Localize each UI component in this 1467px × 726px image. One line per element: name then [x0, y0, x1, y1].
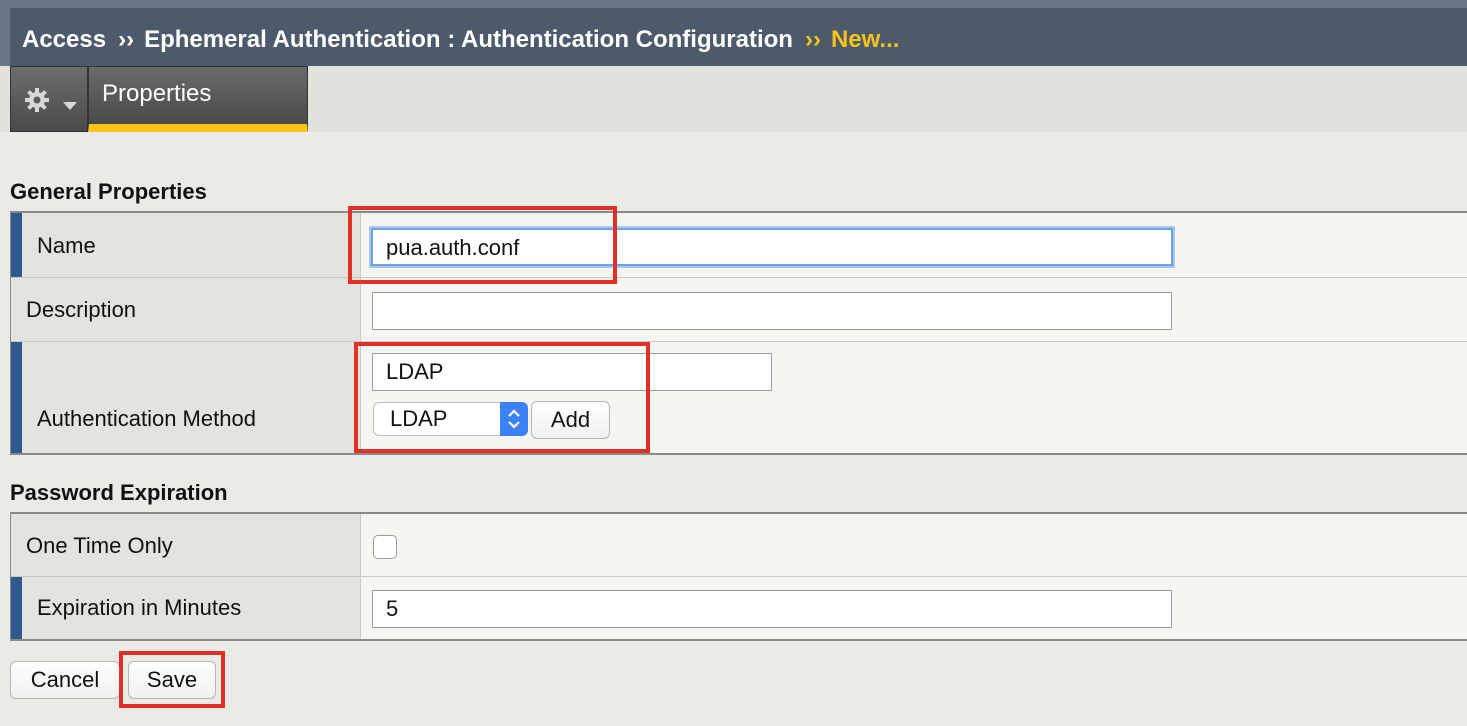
select-stepper-icon [500, 402, 528, 436]
gear-icon [23, 86, 51, 119]
section-title-password-expiration: Password Expiration [10, 480, 228, 505]
auth-method-select[interactable]: LDAP [373, 402, 528, 436]
name-field[interactable]: pua.auth.conf [371, 228, 1173, 266]
row-label: Description [11, 278, 361, 341]
breadcrumb-separator: ›› [804, 26, 821, 53]
name-label: Name [37, 233, 96, 258]
password-expiration-table: One Time Only Expiration in Minutes 5 [10, 512, 1467, 641]
chevron-down-icon [63, 97, 77, 115]
row-name: Name pua.auth.conf [11, 213, 1467, 278]
auth-method-label: Authentication Method [37, 406, 256, 431]
breadcrumb-separator: ›› [118, 26, 135, 53]
expiration-minutes-label: Expiration in Minutes [37, 595, 242, 620]
tab-bar: Properties [0, 66, 1467, 132]
page-header: Access ›› Ephemeral Authentication : Authe… [0, 0, 1467, 66]
section-title-general-properties: General Properties [10, 179, 207, 204]
row-expiration-minutes: Expiration in Minutes 5 [11, 577, 1467, 639]
settings-menu-button[interactable] [10, 66, 88, 132]
add-auth-method-button[interactable]: Add [531, 401, 610, 439]
cancel-button[interactable]: Cancel [10, 661, 120, 699]
one-time-only-checkbox[interactable] [373, 535, 397, 559]
breadcrumb-access[interactable]: Access [22, 26, 106, 53]
one-time-only-label: One Time Only [26, 533, 173, 558]
row-auth-method: Authentication Method LDAP LDAP Add [11, 342, 1467, 453]
row-label: Authentication Method [11, 342, 361, 453]
description-field[interactable] [372, 292, 1172, 330]
tab-properties[interactable]: Properties [88, 66, 308, 132]
expiration-minutes-field[interactable]: 5 [372, 590, 1172, 628]
description-label: Description [26, 297, 137, 322]
auth-method-list[interactable]: LDAP [372, 353, 772, 391]
auth-method-select-value: LDAP [390, 406, 448, 431]
tab-properties-label: Properties [102, 80, 212, 107]
row-description: Description [11, 278, 1467, 342]
row-label: Expiration in Minutes [11, 577, 361, 639]
breadcrumb-auth-config[interactable]: Ephemeral Authentication : Authenticatio… [144, 26, 793, 53]
row-label: One Time Only [11, 514, 361, 576]
row-label: Name [11, 213, 361, 277]
row-one-time-only: One Time Only [11, 514, 1467, 577]
general-properties-table: Name pua.auth.conf Description Authentic… [10, 211, 1467, 455]
save-button[interactable]: Save [128, 661, 216, 699]
breadcrumb-current: New... [830, 26, 900, 53]
breadcrumb: Access ›› Ephemeral Authentication : Authe… [22, 26, 899, 54]
